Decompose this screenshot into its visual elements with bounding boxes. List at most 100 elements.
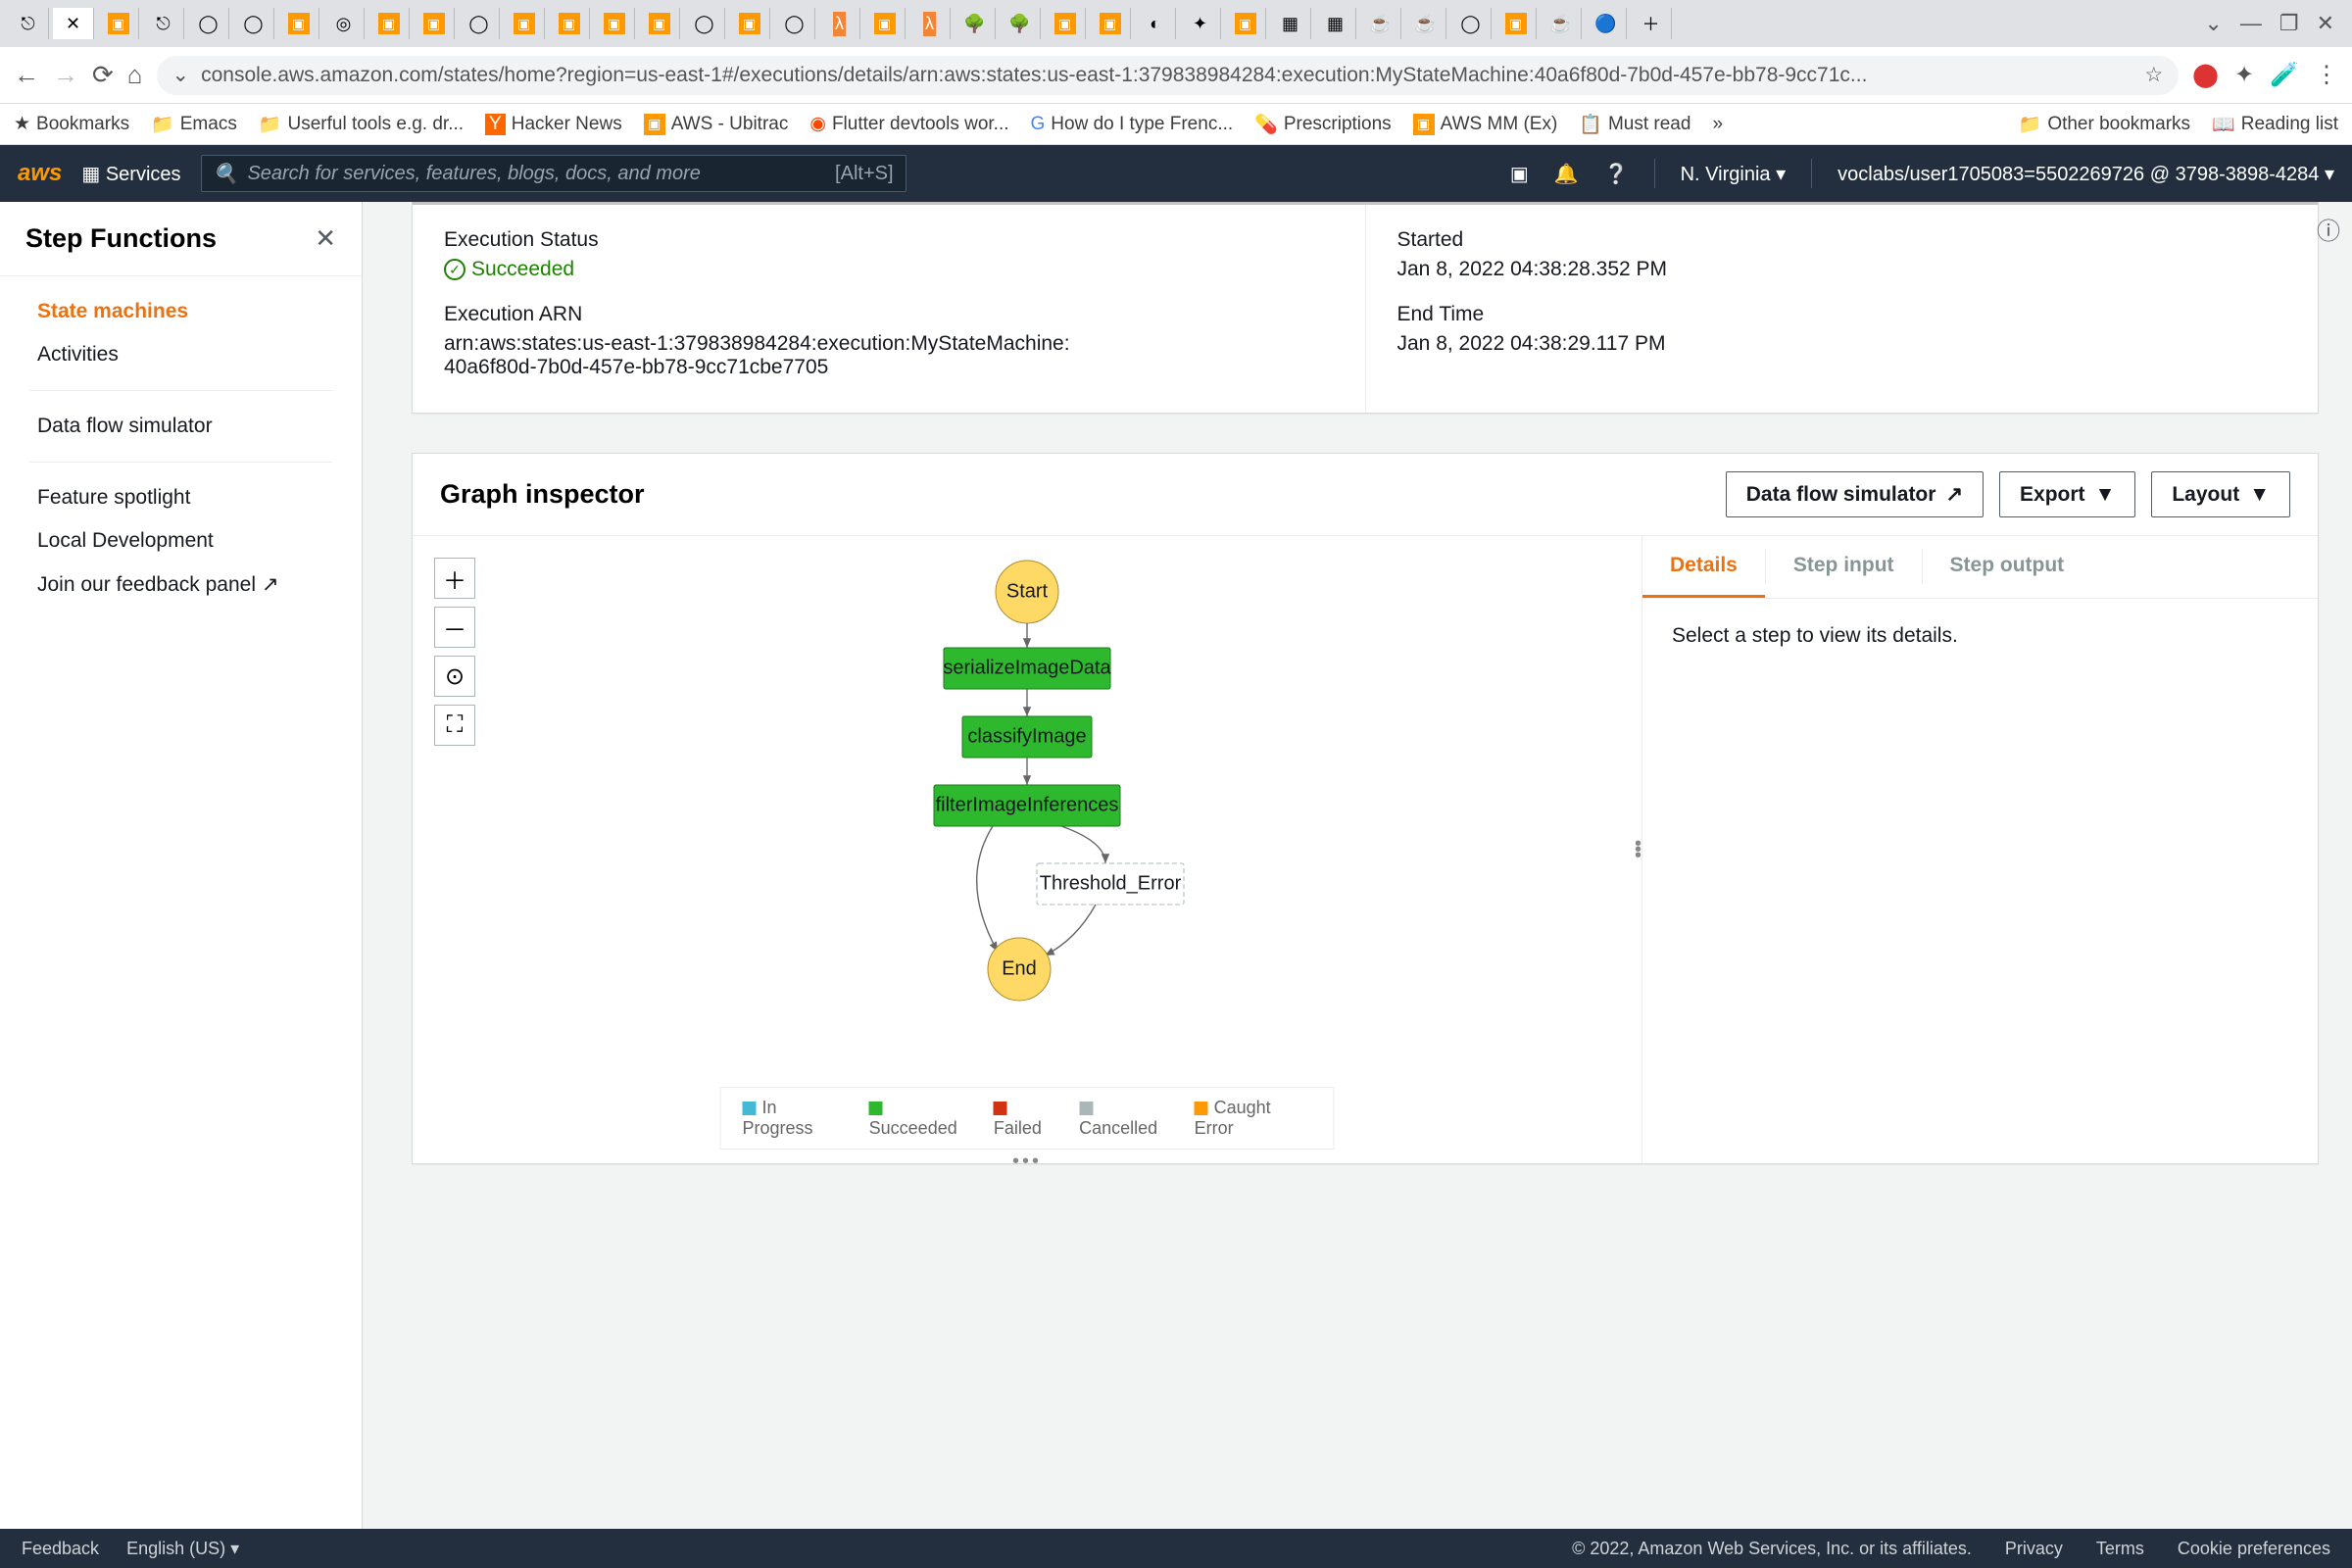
browser-tab[interactable]: ◯ xyxy=(459,8,500,39)
zoom-out-button[interactable]: － xyxy=(434,607,475,648)
graph-pane[interactable]: ＋ － ⊙ ⛶ Start xyxy=(413,536,1642,1163)
browser-tab[interactable]: ◐ xyxy=(1135,8,1176,39)
sidebar-item-feature-spotlight[interactable]: Feature spotlight xyxy=(0,476,362,519)
sidebar-item-state-machines[interactable]: State machines xyxy=(0,290,362,333)
browser-tab[interactable]: 🔵 xyxy=(1586,8,1627,39)
language-selector[interactable]: English (US) ▾ xyxy=(126,1539,239,1559)
bookmark-item[interactable]: ▣AWS MM (Ex) xyxy=(1413,114,1558,135)
browser-tab[interactable]: ◯ xyxy=(188,8,229,39)
resize-handle-horizontal[interactable]: ••• xyxy=(1012,1151,1042,1173)
browser-tab[interactable]: ▣ xyxy=(1090,8,1131,39)
browser-tab[interactable]: ▣ xyxy=(1495,8,1537,39)
browser-tab[interactable]: ▣ xyxy=(1225,8,1266,39)
zoom-in-button[interactable]: ＋ xyxy=(434,558,475,599)
browser-tab[interactable]: ▣ xyxy=(639,8,680,39)
browser-tab[interactable]: 🌳 xyxy=(955,8,996,39)
reading-list[interactable]: 📖Reading list xyxy=(2212,113,2338,136)
extension-icon[interactable]: 🧪 xyxy=(2270,61,2299,89)
browser-tab[interactable]: ☕ xyxy=(1360,8,1401,39)
back-icon[interactable]: ← xyxy=(14,60,39,90)
privacy-link[interactable]: Privacy xyxy=(2005,1539,2063,1559)
aws-logo[interactable]: aws xyxy=(18,160,62,187)
resize-handle-vertical[interactable]: ••• xyxy=(1635,841,1642,858)
browser-tab[interactable]: ☕ xyxy=(1405,8,1446,39)
tab-dropdown-icon[interactable]: ⌄ xyxy=(2204,11,2222,36)
browser-tab[interactable]: ▣ xyxy=(1045,8,1086,39)
browser-tab[interactable]: ▣ xyxy=(368,8,410,39)
browser-tab[interactable]: ◎ xyxy=(323,8,365,39)
zoom-reset-button[interactable]: ⊙ xyxy=(434,656,475,697)
sidebar-item-data-flow-simulator[interactable]: Data flow simulator xyxy=(0,405,362,448)
browser-tab[interactable]: ◯ xyxy=(774,8,815,39)
data-flow-simulator-button[interactable]: Data flow simulator ↗ xyxy=(1726,471,1984,517)
services-menu[interactable]: ▦ Services xyxy=(81,162,180,186)
sidebar-item-local-development[interactable]: Local Development xyxy=(0,519,362,563)
browser-tab[interactable]: ▣ xyxy=(414,8,455,39)
bookmark-item[interactable]: GHow do I type Frenc... xyxy=(1031,114,1234,135)
star-icon[interactable]: ☆ xyxy=(2144,63,2163,87)
sidebar-close-icon[interactable]: ✕ xyxy=(315,223,336,254)
extension-icon[interactable]: ⬤ xyxy=(2192,61,2219,89)
browser-tab[interactable]: ▣ xyxy=(864,8,906,39)
export-button[interactable]: Export ▼ xyxy=(1999,471,2135,517)
feedback-link[interactable]: Feedback xyxy=(22,1539,99,1559)
browser-tab[interactable]: ◯ xyxy=(684,8,725,39)
browser-tab[interactable]: ▦ xyxy=(1270,8,1311,39)
close-window-icon[interactable]: ✕ xyxy=(2317,11,2334,36)
bookmark-item[interactable]: 💊Prescriptions xyxy=(1254,113,1392,136)
browser-tab[interactable]: ▣ xyxy=(729,8,770,39)
browser-tab[interactable]: ▣ xyxy=(504,8,545,39)
browser-tab[interactable]: ▦ xyxy=(1315,8,1356,39)
url-bar[interactable]: ⌄ console.aws.amazon.com/states/home?reg… xyxy=(157,56,2180,95)
extensions-icon[interactable]: ✦ xyxy=(2234,61,2254,89)
cloudshell-icon[interactable]: ▣ xyxy=(1510,162,1529,186)
browser-tab[interactable]: ▣ xyxy=(549,8,590,39)
sidebar-item-activities[interactable]: Activities xyxy=(0,333,362,376)
bookmarks-label[interactable]: ★ Bookmarks xyxy=(14,113,129,135)
browser-tab[interactable]: ◯ xyxy=(233,8,274,39)
bookmark-item[interactable]: YHacker News xyxy=(485,114,622,135)
other-bookmarks[interactable]: 📁Other bookmarks xyxy=(2019,113,2190,136)
account-menu[interactable]: voclabs/user1705083=5502269726 @ 3798-38… xyxy=(1838,162,2334,186)
layout-button[interactable]: Layout ▼ xyxy=(2151,471,2290,517)
menu-icon[interactable]: ⋮ xyxy=(2315,61,2338,89)
help-icon[interactable]: ❔ xyxy=(1604,162,1629,186)
browser-tab[interactable]: ☕ xyxy=(1541,8,1582,39)
browser-tab[interactable]: 🌳 xyxy=(1000,8,1041,39)
new-tab-button[interactable]: ＋ xyxy=(1631,8,1672,39)
browser-tab[interactable]: ▣ xyxy=(98,8,139,39)
bookmark-item[interactable]: 📁Emacs xyxy=(151,113,237,136)
browser-tab[interactable]: ⎋ xyxy=(143,8,184,39)
notifications-icon[interactable]: 🔔 xyxy=(1554,162,1579,186)
browser-tab[interactable]: λ xyxy=(909,8,951,39)
home-icon[interactable]: ⌂ xyxy=(127,60,143,90)
browser-tab[interactable]: ✦ xyxy=(1180,8,1221,39)
tab-step-input[interactable]: Step input xyxy=(1766,536,1922,598)
forward-icon[interactable]: → xyxy=(53,60,78,90)
site-info-icon[interactable]: ⌄ xyxy=(172,63,190,87)
terms-link[interactable]: Terms xyxy=(2096,1539,2144,1559)
browser-tab[interactable]: ◯ xyxy=(1450,8,1492,39)
browser-tab[interactable]: ⎋ xyxy=(8,8,49,39)
bookmark-item[interactable]: 📁Userful tools e.g. dr... xyxy=(259,113,464,136)
main-content: ⓘ Execution Status ✓ Succeeded Execution… xyxy=(363,202,2352,1529)
browser-tab[interactable]: ▣ xyxy=(278,8,319,39)
bookmark-item[interactable]: 📋Must read xyxy=(1579,113,1690,136)
aws-search-input[interactable]: 🔍 Search for services, features, blogs, … xyxy=(201,155,906,192)
reload-icon[interactable]: ⟳ xyxy=(92,60,114,90)
browser-tab[interactable]: ▣ xyxy=(594,8,635,39)
sidebar-item-feedback-panel[interactable]: Join our feedback panel↗ xyxy=(0,563,362,607)
maximize-icon[interactable]: ❐ xyxy=(2279,11,2299,36)
zoom-fit-button[interactable]: ⛶ xyxy=(434,705,475,746)
bookmark-overflow[interactable]: » xyxy=(1712,114,1723,135)
cookie-preferences-link[interactable]: Cookie preferences xyxy=(2178,1539,2330,1559)
browser-tab[interactable]: λ xyxy=(819,8,860,39)
minimize-icon[interactable]: — xyxy=(2240,11,2262,36)
bookmark-item[interactable]: ◉Flutter devtools wor... xyxy=(809,113,1008,135)
region-selector[interactable]: N. Virginia ▾ xyxy=(1681,162,1787,186)
info-icon[interactable]: ⓘ xyxy=(2317,212,2340,246)
bookmark-item[interactable]: ▣AWS - Ubitrac xyxy=(644,114,789,135)
browser-tab-active[interactable]: ✕ xyxy=(53,8,94,39)
tab-step-output[interactable]: Step output xyxy=(1923,536,2092,598)
tab-details[interactable]: Details xyxy=(1642,536,1765,598)
